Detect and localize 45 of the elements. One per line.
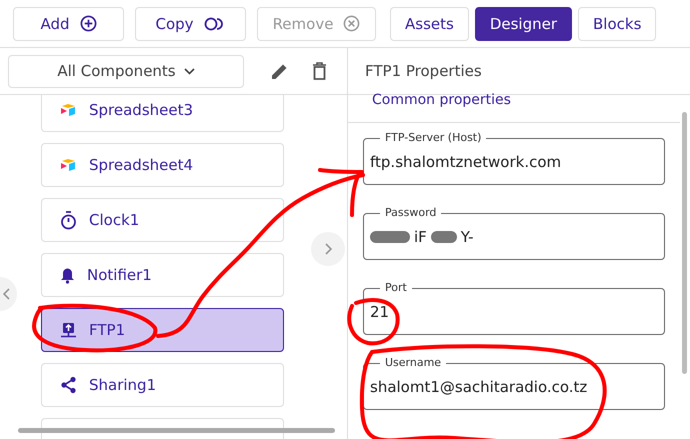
component-item[interactable]: Sharing1 — [41, 363, 284, 407]
input-field[interactable]: FTP-Server (Host) ftp.shalomtznetwork.com — [363, 131, 665, 185]
field-value: 21 — [370, 303, 390, 321]
bell-icon — [60, 266, 75, 284]
field-label: FTP-Server (Host) — [384, 131, 482, 145]
chevron-down-icon — [184, 68, 195, 74]
field-value: Y- — [460, 228, 474, 246]
component-filter-dropdown[interactable]: All Components — [8, 54, 244, 88]
chevron-right-icon — [324, 243, 332, 255]
box-icon — [60, 103, 77, 117]
component-item[interactable]: FTP1 — [41, 308, 284, 352]
edit-icon[interactable] — [270, 62, 289, 80]
redaction-mark — [430, 231, 457, 243]
share-icon — [60, 376, 77, 394]
field-label: Port — [384, 281, 408, 295]
toolbar-button[interactable]: Add — [13, 6, 124, 40]
box-icon — [60, 158, 77, 172]
plus-circle-icon — [80, 15, 97, 32]
component-item[interactable]: Spreadsheet4 — [41, 143, 284, 187]
toggle-icon — [204, 16, 226, 30]
component-item[interactable]: Spreadsheet3 — [41, 95, 284, 132]
upload-network-icon — [60, 322, 77, 338]
section-link[interactable]: Common properties — [372, 92, 511, 108]
chevron-left-icon — [3, 288, 11, 300]
scrollbar[interactable] — [682, 112, 687, 374]
input-field[interactable]: Password iF Y- — [363, 206, 665, 260]
component-item[interactable]: Notifier1 — [41, 253, 284, 297]
next-button[interactable] — [311, 232, 345, 266]
view-tab[interactable]: Assets — [390, 6, 469, 40]
trash-icon[interactable] — [312, 62, 327, 80]
stopwatch-icon — [60, 210, 77, 230]
field-value: iF — [414, 228, 427, 246]
field-label: Username — [384, 356, 442, 370]
input-field[interactable]: Username shalomt1@sachitaradio.co.tz — [363, 356, 665, 410]
close-circle-icon — [343, 15, 360, 32]
input-field[interactable]: Port 21 — [363, 281, 665, 335]
field-label: Password — [384, 206, 438, 220]
view-tab[interactable]: Designer — [474, 6, 572, 40]
component-item[interactable]: Clock1 — [41, 198, 284, 242]
view-tab[interactable]: Blocks — [578, 6, 656, 40]
redaction-mark — [370, 231, 410, 243]
field-value: ftp.shalomtznetwork.com — [370, 153, 562, 171]
field-value: shalomt1@sachitaradio.co.tz — [370, 378, 588, 396]
scrollbar[interactable] — [18, 428, 335, 433]
toolbar-button[interactable]: Copy — [135, 6, 246, 40]
